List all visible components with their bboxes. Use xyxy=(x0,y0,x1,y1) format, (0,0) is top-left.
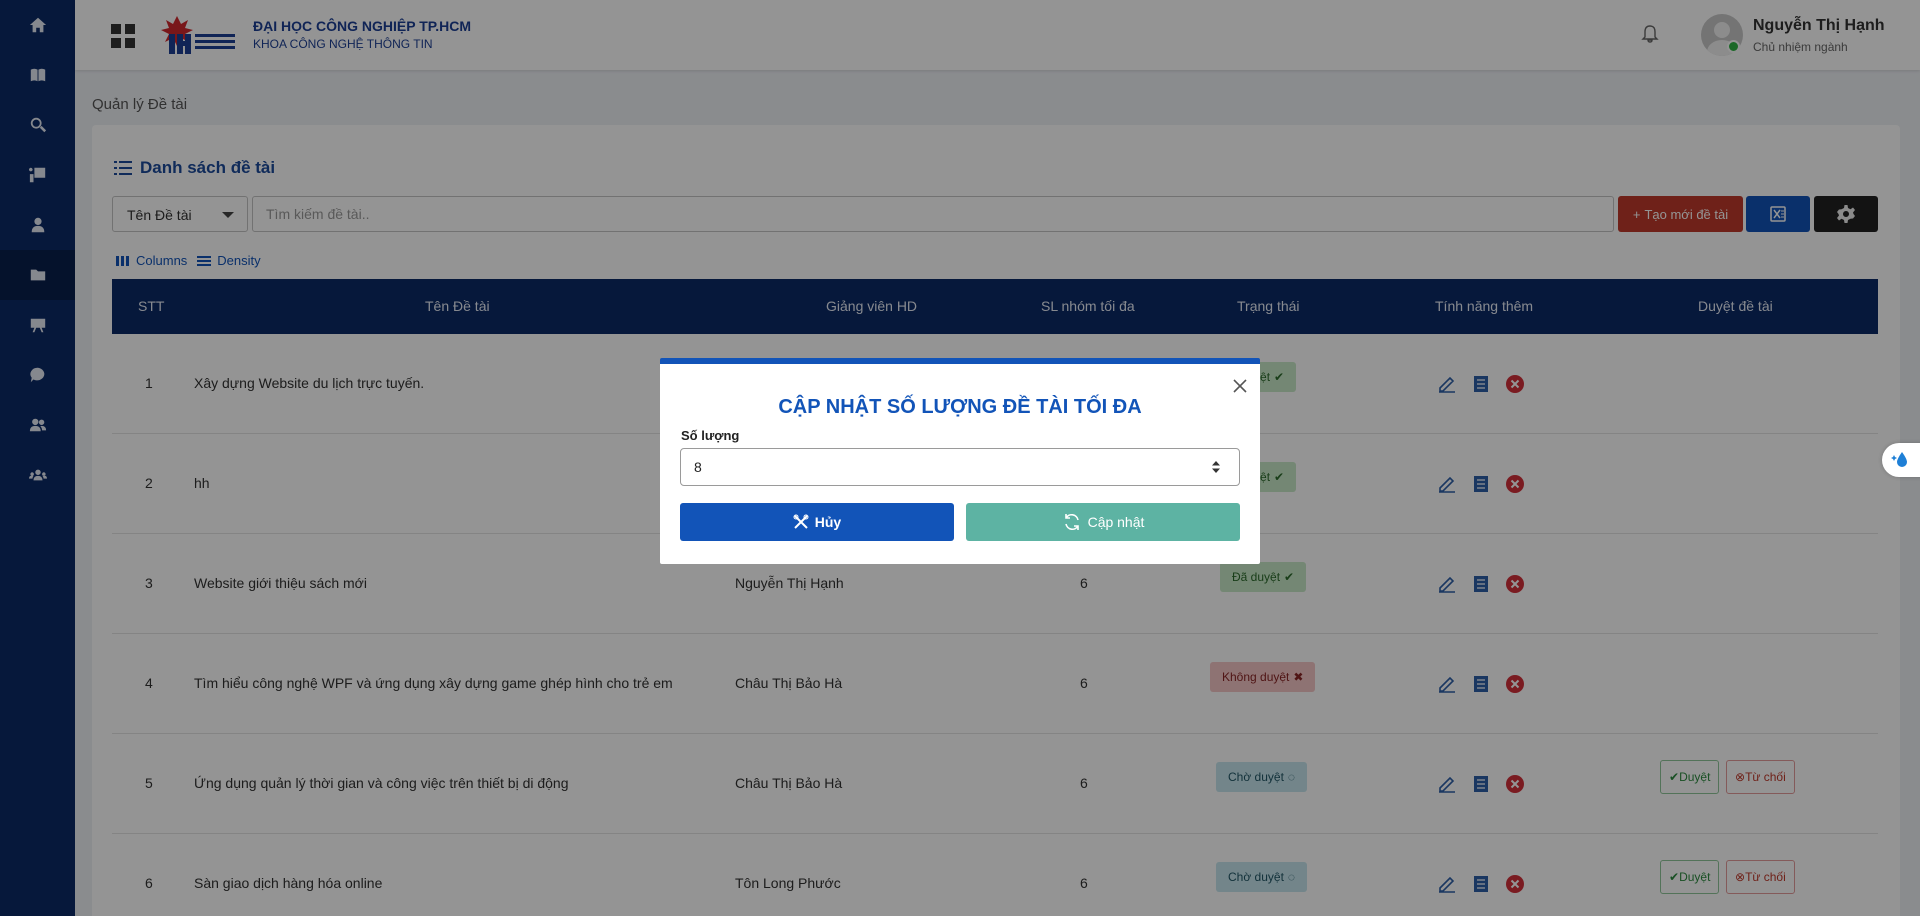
cancel-icon xyxy=(793,514,809,529)
water-drop-icon xyxy=(1891,452,1907,467)
quantity-input[interactable] xyxy=(680,448,1240,486)
cancel-button[interactable]: Hủy xyxy=(680,503,954,541)
refresh-icon xyxy=(1064,514,1079,530)
update-max-topics-dialog: CẬP NHẬT SỐ LƯỢNG ĐỀ TÀI TỐI ĐA Số lượng… xyxy=(660,358,1260,564)
dialog-title: CẬP NHẬT SỐ LƯỢNG ĐỀ TÀI TỐI ĐA xyxy=(778,396,1142,418)
update-label: Cập nhật xyxy=(1087,514,1145,530)
close-icon[interactable] xyxy=(1232,378,1248,394)
quantity-label: Số lượng xyxy=(681,428,740,443)
cancel-label: Hủy xyxy=(814,514,842,530)
floating-widget-button[interactable] xyxy=(1882,443,1920,477)
update-button[interactable]: Cập nhật xyxy=(966,503,1240,541)
number-stepper-icon[interactable] xyxy=(1211,460,1221,474)
